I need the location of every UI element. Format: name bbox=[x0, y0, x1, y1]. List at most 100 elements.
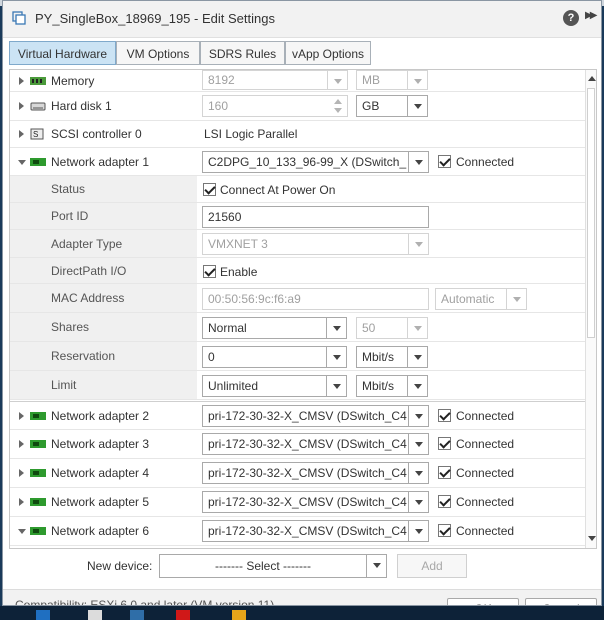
connected-checkbox[interactable] bbox=[438, 524, 451, 537]
chevron-down-icon[interactable] bbox=[327, 71, 347, 89]
dialog-title: PY_SingleBox_18969_195 - Edit Settings bbox=[35, 11, 275, 26]
connect-at-power-on-checkbox[interactable] bbox=[203, 183, 216, 196]
chevron-down-icon[interactable] bbox=[408, 492, 428, 512]
expand-arrow-icon[interactable] bbox=[19, 411, 24, 420]
chevron-down-icon[interactable] bbox=[408, 521, 428, 541]
hard-disk-size-input[interactable]: 160 bbox=[202, 95, 348, 117]
shares-number-select[interactable]: 50 bbox=[356, 317, 428, 339]
help-button[interactable]: ? bbox=[563, 10, 579, 26]
network-card-icon bbox=[30, 527, 46, 535]
chevron-down-icon[interactable] bbox=[408, 234, 428, 254]
mac-address-input[interactable]: 00:50:56:9c:f6:a9 bbox=[202, 288, 429, 310]
chevron-down-icon[interactable] bbox=[407, 318, 427, 338]
chevron-down-icon[interactable] bbox=[408, 434, 428, 454]
shares-label: Shares bbox=[51, 320, 90, 334]
tab-virtual-hardware[interactable]: Virtual Hardware bbox=[9, 41, 116, 65]
connected-checkbox[interactable] bbox=[438, 155, 451, 168]
scrollbar-thumb[interactable] bbox=[587, 88, 595, 338]
taskbar-app-icon[interactable] bbox=[232, 610, 246, 620]
connected-label: Connected bbox=[456, 409, 515, 423]
hard-disk-unit-select[interactable]: GB bbox=[356, 95, 428, 117]
network-adapter-select[interactable]: pri-172-30-32-X_CMSV (DSwitch_C4 bbox=[202, 433, 429, 455]
net1-reservation-row: Reservation 0 Mbit/s bbox=[10, 342, 585, 371]
chevron-down-icon[interactable] bbox=[366, 555, 386, 577]
tab-vapp-options[interactable]: vApp Options bbox=[285, 41, 371, 65]
reservation-label: Reservation bbox=[51, 349, 116, 363]
chevron-down-icon[interactable] bbox=[407, 96, 427, 116]
shares-select[interactable]: Normal bbox=[202, 317, 347, 339]
taskbar-app-icon[interactable] bbox=[88, 610, 102, 620]
mac-mode-select[interactable]: Automatic bbox=[435, 288, 527, 310]
net1-status-row: Status Connect At Power On bbox=[10, 176, 585, 203]
network-card-icon bbox=[30, 440, 46, 448]
connect-at-power-on-label: Connect At Power On bbox=[220, 183, 336, 197]
stepper-icon[interactable] bbox=[329, 96, 347, 116]
directpath-enable-label: Enable bbox=[220, 265, 258, 279]
network-adapter-select[interactable]: pri-172-30-32-X_CMSV (DSwitch_C4 bbox=[202, 405, 429, 427]
network-adapter-select[interactable]: pri-172-30-32-X_CMSV (DSwitch_C4 bbox=[202, 491, 429, 513]
hardware-row-hard-disk: Hard disk 1 160 GB bbox=[10, 92, 585, 121]
network-adapter-1-select[interactable]: C2DPG_10_133_96-99_X (DSwitch_ bbox=[202, 151, 429, 173]
memory-label: Memory bbox=[51, 73, 95, 88]
connected-checkbox[interactable] bbox=[438, 409, 451, 422]
connected-label: Connected bbox=[456, 524, 515, 538]
connected-checkbox[interactable] bbox=[438, 495, 451, 508]
taskbar-app-icon[interactable] bbox=[130, 610, 144, 620]
vertical-scrollbar[interactable] bbox=[585, 70, 596, 548]
new-device-label: New device: bbox=[87, 559, 153, 573]
network-card-icon bbox=[30, 411, 46, 420]
reservation-unit-select[interactable]: Mbit/s bbox=[356, 346, 428, 368]
reservation-input[interactable]: 0 bbox=[202, 346, 347, 368]
network-adapter-label: Network adapter 6 bbox=[51, 524, 150, 538]
expand-icon[interactable]: ▶▶ bbox=[585, 10, 598, 21]
scroll-up-icon[interactable] bbox=[588, 76, 596, 81]
directpath-enable-checkbox[interactable] bbox=[203, 265, 216, 278]
port-id-input[interactable]: 21560 bbox=[202, 206, 429, 228]
chevron-down-icon[interactable] bbox=[326, 376, 346, 396]
chevron-down-icon[interactable] bbox=[506, 289, 526, 309]
memory-unit-select[interactable]: MB bbox=[356, 70, 428, 90]
cancel-button[interactable]: Cancel bbox=[525, 598, 597, 605]
scroll-down-icon[interactable] bbox=[588, 536, 596, 541]
memory-input[interactable]: 8192 bbox=[202, 70, 348, 90]
add-device-button[interactable]: Add bbox=[397, 554, 467, 578]
new-device-select[interactable]: ------- Select ------- bbox=[159, 554, 387, 578]
tab-vm-options[interactable]: VM Options bbox=[116, 41, 200, 65]
chevron-down-icon[interactable] bbox=[408, 463, 428, 483]
chevron-down-icon[interactable] bbox=[408, 406, 428, 426]
connected-checkbox[interactable] bbox=[438, 466, 451, 479]
expand-arrow-icon[interactable] bbox=[19, 498, 24, 506]
network-adapter-label: Network adapter 4 bbox=[51, 466, 150, 480]
connected-label: Connected bbox=[456, 437, 515, 451]
network-adapter-select[interactable]: pri-172-30-32-X_CMSV (DSwitch_C4 bbox=[202, 520, 429, 542]
hardware-row-network-adapter-4: Network adapter 4 pri-172-30-32-X_CMSV (… bbox=[10, 459, 585, 488]
dialog-footer: Compatibility: ESXi 6.0 and later (VM ve… bbox=[3, 589, 601, 605]
expand-arrow-icon[interactable] bbox=[19, 469, 24, 477]
scsi-value: LSI Logic Parallel bbox=[204, 127, 298, 141]
chevron-down-icon[interactable] bbox=[326, 347, 346, 367]
taskbar-app-icon[interactable] bbox=[36, 610, 50, 620]
connected-checkbox[interactable] bbox=[438, 437, 451, 450]
expand-arrow-icon[interactable] bbox=[19, 130, 24, 138]
expand-arrow-icon[interactable] bbox=[19, 102, 24, 110]
expand-arrow-icon[interactable] bbox=[19, 440, 24, 448]
limit-input[interactable]: Unlimited bbox=[202, 375, 347, 397]
net1-port-row: Port ID 21560 bbox=[10, 203, 585, 230]
expand-arrow-icon[interactable] bbox=[19, 76, 24, 85]
chevron-down-icon[interactable] bbox=[408, 152, 428, 172]
limit-unit-select[interactable]: Mbit/s bbox=[356, 375, 428, 397]
chevron-down-icon[interactable] bbox=[326, 318, 346, 338]
collapse-arrow-icon[interactable] bbox=[18, 529, 26, 534]
title-bar: PY_SingleBox_18969_195 - Edit Settings ?… bbox=[3, 1, 601, 38]
adapter-type-select[interactable]: VMXNET 3 bbox=[202, 233, 429, 255]
network-adapter-select[interactable]: pri-172-30-32-X_CMSV (DSwitch_C4 bbox=[202, 462, 429, 484]
ok-button[interactable]: OK bbox=[447, 598, 519, 605]
collapse-arrow-icon[interactable] bbox=[18, 159, 26, 165]
scsi-icon: S bbox=[30, 128, 44, 140]
chevron-down-icon[interactable] bbox=[407, 71, 427, 89]
chevron-down-icon[interactable] bbox=[407, 347, 427, 367]
tab-sdrs-rules[interactable]: SDRS Rules bbox=[200, 41, 285, 65]
chevron-down-icon[interactable] bbox=[407, 376, 427, 396]
taskbar-app-icon[interactable] bbox=[176, 610, 190, 620]
adapter-type-label: Adapter Type bbox=[51, 236, 123, 251]
